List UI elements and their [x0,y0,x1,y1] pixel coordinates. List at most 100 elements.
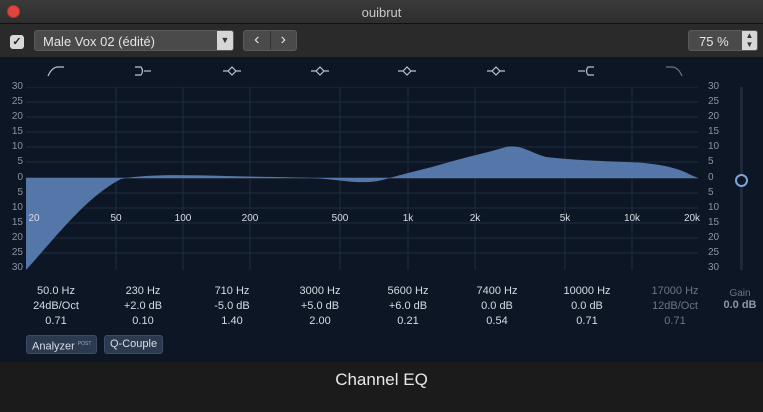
band-gain[interactable]: +2.0 dB [103,299,183,314]
band-gain[interactable]: +5.0 dB [280,299,360,314]
zoom-stepper-icon[interactable]: ▲ ▼ [742,31,757,50]
band-q[interactable]: 0.54 [457,314,537,329]
db-tick: 10 [708,141,720,152]
band-6-params[interactable]: 7400 Hz 0.0 dB 0.54 [457,284,537,329]
band-frequency[interactable]: 5600 Hz [368,284,448,299]
freq-label: 20k [683,213,701,224]
band-q[interactable]: 0.10 [103,314,183,329]
output-gain[interactable]: Gain 0.0 dB [718,288,762,311]
band-gain[interactable]: 0.0 dB [547,299,627,314]
bell-icon[interactable] [397,65,417,77]
band-q[interactable]: 1.40 [192,314,272,329]
db-tick: 30 [708,81,720,92]
next-preset-button[interactable]: › [271,31,297,50]
band-frequency[interactable]: 7400 Hz [457,284,537,299]
db-tick: 20 [11,232,23,243]
band-frequency[interactable]: 3000 Hz [280,284,360,299]
band-gain[interactable]: +6.0 dB [368,299,448,314]
db-tick: 25 [11,247,23,258]
db-tick: 25 [708,247,720,258]
eq-graph[interactable]: 20 50 100 200 500 1k 2k 5k 10k 20k [26,87,701,270]
q-couple-button[interactable]: Q-Couple [104,335,164,354]
db-tick: 5 [17,156,23,167]
band-gain[interactable]: 12dB/Oct [635,299,715,314]
band-3-params[interactable]: 710 Hz -5.0 dB 1.40 [192,284,272,329]
db-tick: 20 [708,232,720,243]
bell-icon[interactable] [310,65,330,77]
gain-fader-knob[interactable] [735,174,748,187]
band-frequency[interactable]: 17000 Hz [635,284,715,299]
band-1-params[interactable]: 50.0 Hz 24dB/Oct 0.71 [16,284,96,329]
band-gain[interactable]: -5.0 dB [192,299,272,314]
db-tick: 10 [11,202,23,213]
db-tick: 20 [708,111,720,122]
analyzer-button[interactable]: Analyzer POST [26,335,98,354]
bypass-checkbox[interactable]: ✓ [10,35,24,49]
db-tick: 10 [11,141,23,152]
band-q[interactable]: 0.71 [635,314,715,329]
band-frequency[interactable]: 50.0 Hz [16,284,96,299]
output-gain-label: Gain [729,288,751,299]
db-tick: 5 [17,187,23,198]
db-tick: 0 [708,172,714,183]
freq-label: 50 [110,213,122,224]
high-cut-icon[interactable] [664,65,684,77]
zoom-selector[interactable]: 75 % ▲ ▼ [688,30,758,51]
previous-preset-button[interactable]: ‹ [244,31,271,50]
band-4-params[interactable]: 3000 Hz +5.0 dB 2.00 [280,284,360,329]
bell-icon[interactable] [486,65,506,77]
low-cut-icon[interactable] [46,65,66,77]
band-gain[interactable]: 0.0 dB [457,299,537,314]
db-tick: 25 [708,96,720,107]
db-tick: 30 [708,262,720,273]
freq-label: 20 [28,213,40,224]
db-tick: 0 [17,172,23,183]
band-frequency[interactable]: 230 Hz [103,284,183,299]
chevron-down-icon[interactable]: ▼ [217,31,233,50]
db-tick: 15 [11,126,23,137]
db-tick: 15 [708,217,720,228]
band-q[interactable]: 0.71 [16,314,96,329]
band-8-params[interactable]: 17000 Hz 12dB/Oct 0.71 [635,284,715,329]
bell-icon[interactable] [222,65,242,77]
preset-name: Male Vox 02 (édité) [43,34,156,49]
low-shelf-icon[interactable] [133,65,153,77]
plugin-footer: Channel EQ [0,362,763,412]
eq-curve-canvas[interactable] [26,87,698,270]
band-frequency[interactable]: 10000 Hz [547,284,627,299]
band-q[interactable]: 0.71 [547,314,627,329]
db-tick: 15 [708,126,720,137]
freq-label: 100 [174,213,192,224]
eq-panel: 30 25 20 15 10 5 0 5 10 15 20 25 30 30 2… [0,57,763,362]
analyzer-post-badge: POST [77,341,92,347]
window-title: ouibrut [361,5,402,20]
band-frequency[interactable]: 710 Hz [192,284,272,299]
freq-label: 200 [241,213,259,224]
band-gain[interactable]: 24dB/Oct [16,299,96,314]
high-shelf-icon[interactable] [576,65,596,77]
band-2-params[interactable]: 230 Hz +2.0 dB 0.10 [103,284,183,329]
db-tick: 5 [708,156,714,167]
db-tick: 30 [11,81,23,92]
db-tick: 5 [708,187,714,198]
band-q[interactable]: 0.21 [368,314,448,329]
plugin-name: Channel EQ [335,370,428,389]
title-bar: ouibrut [0,0,763,24]
band-7-params[interactable]: 10000 Hz 0.0 dB 0.71 [547,284,627,329]
output-gain-value[interactable]: 0.0 dB [718,299,762,311]
freq-label: 500 [331,213,349,224]
db-scale-right: 30 25 20 15 10 5 0 5 10 15 20 25 30 [708,81,728,273]
db-scale-left: 30 25 20 15 10 5 0 5 10 15 20 25 30 [3,81,23,273]
db-tick: 30 [11,262,23,273]
zoom-value: 75 % [699,34,729,49]
db-tick: 15 [11,217,23,228]
preset-navigation: ‹ › [243,30,297,51]
db-tick: 10 [708,202,720,213]
db-tick: 20 [11,111,23,122]
freq-label: 2k [469,213,481,224]
plugin-toolbar: ✓ Male Vox 02 (édité) ▼ ‹ › 75 % ▲ ▼ [0,24,763,57]
preset-dropdown[interactable]: Male Vox 02 (édité) ▼ [34,30,234,51]
freq-label: 5k [559,213,571,224]
band-q[interactable]: 2.00 [280,314,360,329]
band-5-params[interactable]: 5600 Hz +6.0 dB 0.21 [368,284,448,329]
